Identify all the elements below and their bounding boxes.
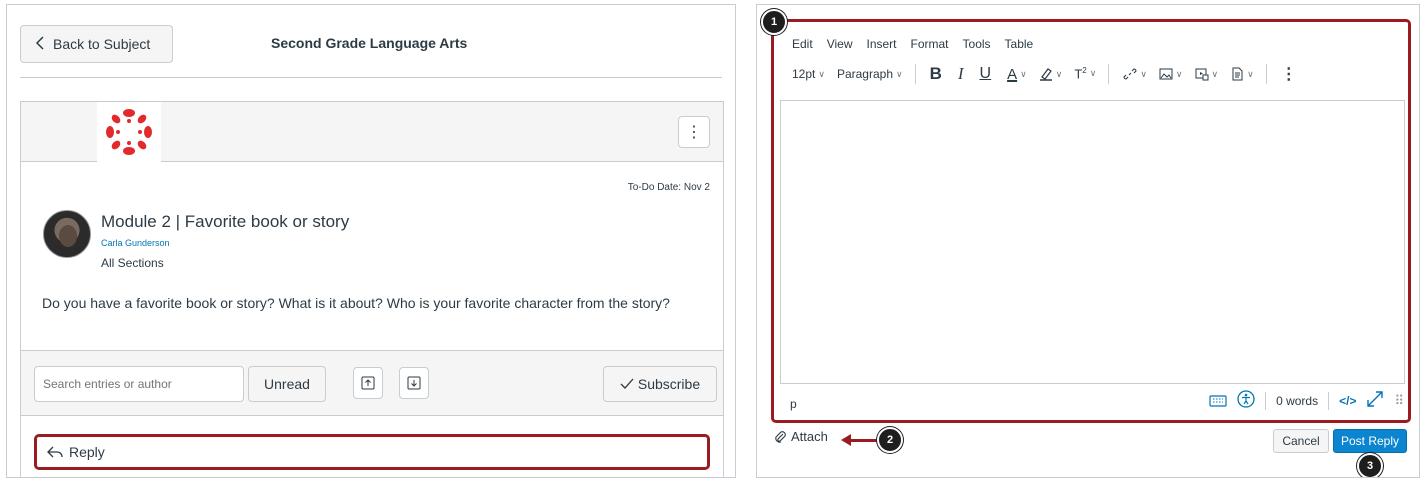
block-format-value: Paragraph — [836, 67, 893, 81]
subscribe-button[interactable]: Subscribe — [603, 366, 717, 402]
font-size-value: 12pt — [792, 67, 816, 81]
highlight-icon[interactable]: ∨ — [1039, 67, 1062, 81]
status-separator — [1265, 391, 1267, 410]
chevron-left-icon — [35, 35, 45, 53]
kebab-icon: ⋮ — [686, 124, 702, 141]
accessibility-checker-icon[interactable] — [1237, 390, 1255, 411]
back-to-subject-label: Back to Subject — [53, 36, 151, 52]
fullscreen-icon[interactable] — [1366, 390, 1384, 411]
editor-statusbar: p 0 words </> ⠿ — [782, 386, 1404, 418]
discussion-controls: Unread Subscribe — [21, 350, 723, 416]
reply-editor-panel: Edit View Insert Format Tools Table 12pt… — [756, 4, 1420, 478]
html-editor-toggle-icon[interactable]: </> — [1339, 394, 1356, 408]
collapse-all-button[interactable] — [353, 367, 383, 399]
block-format-select[interactable]: Paragraph ∨ — [837, 67, 903, 81]
menu-edit[interactable]: Edit — [792, 37, 813, 51]
font-size-select[interactable]: 12pt ∨ — [792, 67, 825, 81]
editor-toolbar: 12pt ∨ Paragraph ∨ B I U A ∨ ∨ T2 ∨ ∨ ∨ … — [792, 64, 1309, 84]
reply-button[interactable]: Reply — [34, 434, 710, 470]
bold-icon[interactable]: B — [930, 64, 942, 84]
avatar[interactable] — [43, 210, 91, 258]
menu-table[interactable]: Table — [1005, 37, 1034, 51]
canvas-logo — [97, 102, 161, 162]
card-header: ⋮ — [21, 102, 723, 162]
subject-title: Second Grade Language Arts — [271, 35, 468, 51]
todo-date: To-Do Date: Nov 2 — [627, 182, 710, 193]
keyboard-shortcuts-icon[interactable] — [1209, 391, 1227, 410]
italic-icon[interactable]: I — [958, 64, 964, 84]
image-icon[interactable]: ∨ — [1159, 67, 1183, 81]
cancel-label: Cancel — [1282, 434, 1320, 448]
discussion-card: ⋮ To-Do Date: Nov 2 Module 2 | Favorite … — [20, 101, 724, 477]
author-link[interactable]: Carla Gunderson — [101, 238, 170, 248]
attach-label: Attach — [791, 429, 828, 444]
toolbar-separator — [1108, 64, 1110, 84]
menu-format[interactable]: Format — [911, 37, 949, 51]
menu-tools[interactable]: Tools — [963, 37, 991, 51]
checkmark-icon — [620, 378, 634, 389]
subscribe-label: Subscribe — [637, 376, 701, 392]
search-input[interactable] — [34, 366, 244, 402]
collapse-icon — [361, 376, 375, 390]
sections-label: All Sections — [101, 256, 164, 270]
status-tools: 0 words </> ⠿ — [1209, 390, 1404, 411]
toolbar-separator — [914, 64, 916, 84]
status-separator — [1328, 391, 1330, 410]
link-icon[interactable]: ∨ — [1123, 67, 1147, 81]
canvas-logo-icon — [106, 109, 152, 155]
unread-label: Unread — [264, 376, 310, 392]
toolbar-separator — [1265, 64, 1267, 84]
unread-button[interactable]: Unread — [248, 366, 326, 402]
menu-insert[interactable]: Insert — [866, 37, 896, 51]
reply-arrow-icon — [47, 446, 63, 458]
underline-icon[interactable]: U — [980, 65, 992, 83]
callout-badge-2: 2 — [877, 427, 903, 453]
text-color-icon[interactable]: A ∨ — [1007, 66, 1027, 83]
document-icon[interactable]: ∨ — [1230, 67, 1254, 81]
post-reply-label: Post Reply — [1340, 434, 1400, 448]
expand-icon — [407, 376, 421, 390]
menu-view[interactable]: View — [827, 37, 853, 51]
back-to-subject-button[interactable]: Back to Subject — [20, 25, 173, 63]
media-icon[interactable]: ∨ — [1195, 67, 1218, 81]
callout-arrow — [849, 439, 877, 442]
editor-content-area[interactable] — [780, 100, 1405, 384]
word-count: 0 words — [1276, 393, 1319, 408]
post-title: Module 2 | Favorite book or story — [101, 212, 350, 231]
divider — [20, 77, 722, 78]
post-body: Do you have a favorite book or story? Wh… — [42, 295, 670, 311]
callout-badge-1: 1 — [761, 9, 787, 35]
chevron-down-icon: ∨ — [818, 68, 825, 79]
chevron-down-icon: ∨ — [896, 68, 903, 79]
rich-content-editor: Edit View Insert Format Tools Table 12pt… — [771, 19, 1411, 423]
expand-all-button[interactable] — [399, 367, 429, 399]
editor-menubar: Edit View Insert Format Tools Table — [792, 37, 1033, 51]
options-button[interactable]: ⋮ — [678, 116, 710, 148]
cancel-button[interactable]: Cancel — [1273, 429, 1329, 453]
discussion-panel: Back to Subject Second Grade Language Ar… — [6, 4, 736, 478]
attach-button[interactable]: Attach — [773, 429, 828, 444]
callout-badge-3: 3 — [1357, 453, 1383, 477]
paperclip-icon — [775, 430, 786, 443]
post-reply-button[interactable]: Post Reply — [1333, 429, 1407, 453]
element-path[interactable]: p — [790, 397, 797, 411]
superscript-icon[interactable]: T2 ∨ — [1074, 66, 1096, 81]
reply-label: Reply — [69, 444, 105, 460]
resize-handle-icon[interactable]: ⠿ — [1394, 393, 1404, 409]
more-icon[interactable]: ⋮ — [1281, 64, 1297, 84]
